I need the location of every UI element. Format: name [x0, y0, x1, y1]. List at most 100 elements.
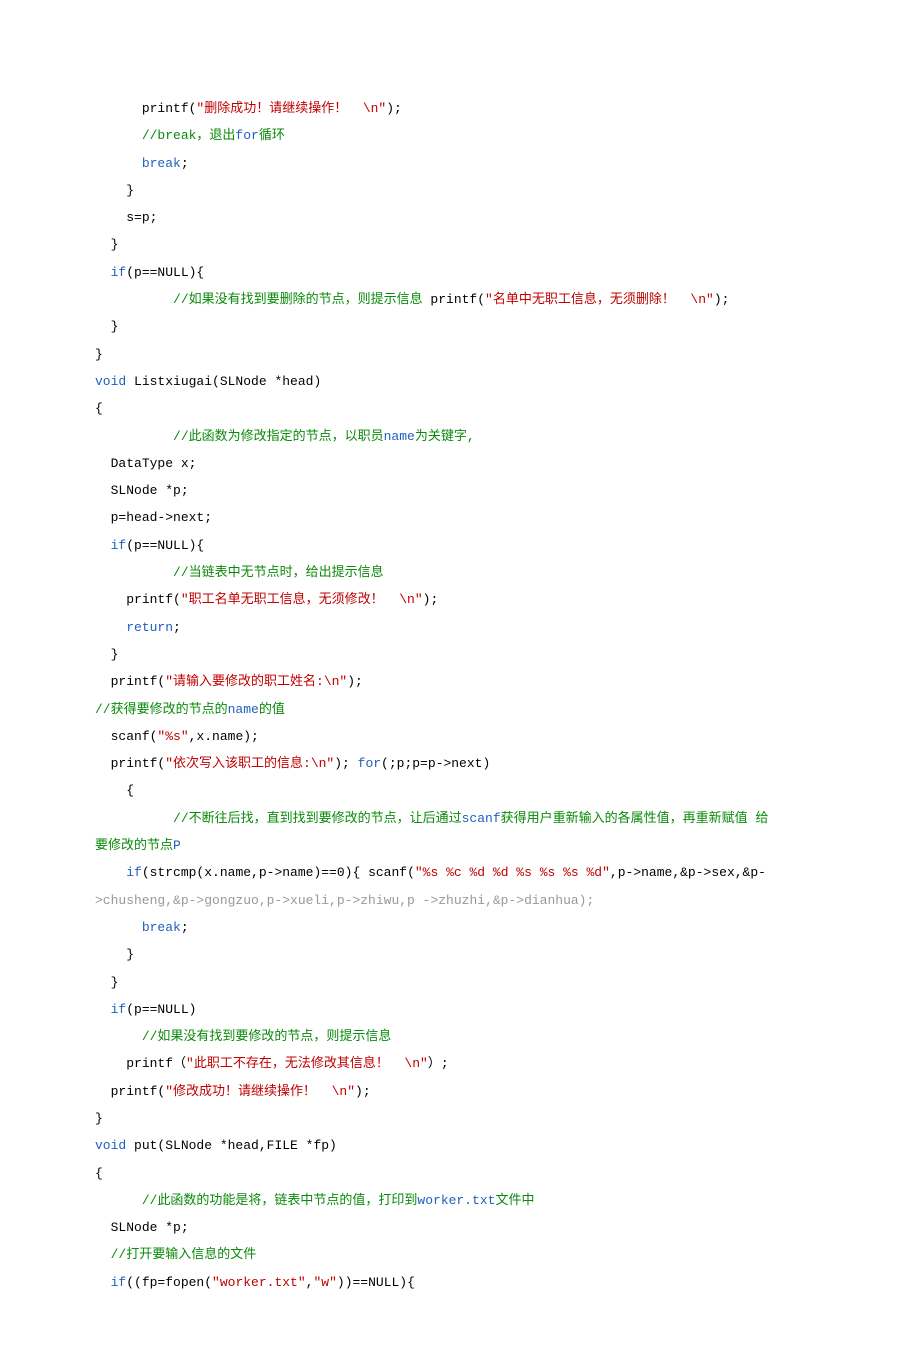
code-line: >chusheng,&p->gongzuo,p->xueli,p->zhiwu,… [95, 887, 825, 914]
code-token-kw: if [111, 265, 127, 280]
code-token-txt: printf（ [126, 1056, 186, 1071]
code-line: printf("修改成功！请继续操作！ \n"); [95, 1078, 825, 1105]
code-line: //获得要修改的节点的name的值 [95, 696, 825, 723]
code-line: 要修改的节点P [95, 832, 825, 859]
code-token-txt: } [111, 319, 119, 334]
code-token-txt: { [95, 401, 103, 416]
code-token-kw: void [95, 374, 126, 389]
code-line: void Listxiugai(SLNode *head) [95, 368, 825, 395]
code-line: printf("请输入要修改的职工姓名:\n"); [95, 668, 825, 695]
code-token-cmt: //当链表中无节点时，给出提示信息 [173, 565, 384, 580]
code-line: break; [95, 914, 825, 941]
code-token-txt: printf( [126, 592, 181, 607]
code-block: printf("删除成功！请继续操作！ \n"); //break，退出for循… [95, 95, 825, 1296]
code-line: } [95, 1105, 825, 1132]
code-line: //如果没有找到要修改的节点，则提示信息 [95, 1023, 825, 1050]
code-token-kw: if [126, 865, 142, 880]
code-token-txt: } [111, 975, 119, 990]
code-token-cmt: 为关键字, [415, 429, 475, 444]
code-token-txt: ); [714, 292, 730, 307]
code-token-txt: ; [181, 156, 189, 171]
code-token-txt: } [126, 183, 134, 198]
code-token-cmt: //不断往后找，直到找到要修改的节点，让后通过 [173, 811, 462, 826]
code-token-kw: name [228, 702, 259, 717]
code-line: SLNode *p; [95, 477, 825, 504]
code-line: return; [95, 614, 825, 641]
code-line: if(p==NULL) [95, 996, 825, 1023]
code-line: //不断往后找，直到找到要修改的节点，让后通过scanf获得用户重新输入的各属性… [95, 805, 825, 832]
code-token-cmt: 循环 [259, 128, 285, 143]
code-token-cmt: //打开要输入信息的文件 [111, 1247, 257, 1262]
code-token-txt: } [126, 947, 134, 962]
code-token-txt: printf( [111, 1084, 166, 1099]
code-token-txt: ); [423, 592, 439, 607]
code-token-kw: break [142, 156, 181, 171]
code-document: printf("删除成功！请继续操作！ \n"); //break，退出for循… [0, 0, 920, 1356]
code-token-cmt: 的值 [259, 702, 285, 717]
code-token-txt: ); [334, 756, 357, 771]
code-token-cmt: //如果没有找到要修改的节点，则提示信息 [142, 1029, 392, 1044]
code-line: if((fp=fopen("worker.txt","w"))==NULL){ [95, 1269, 825, 1296]
code-token-txt: ,p->name,&p->sex,&p- [610, 865, 766, 880]
code-token-txt: } [95, 347, 103, 362]
code-line: } [95, 231, 825, 258]
code-token-cmt: //break，退出 [142, 128, 236, 143]
code-line: SLNode *p; [95, 1214, 825, 1241]
code-line: } [95, 313, 825, 340]
code-token-txt: put(SLNode *head,FILE *fp) [126, 1138, 337, 1153]
code-line: //break，退出for循环 [95, 122, 825, 149]
code-token-txt: Listxiugai(SLNode *head) [126, 374, 321, 389]
code-line: DataType x; [95, 450, 825, 477]
code-token-cmt: //获得要修改的节点的 [95, 702, 228, 717]
code-line: } [95, 969, 825, 996]
code-token-str: "请输入要修改的职工姓名:\n" [165, 674, 347, 689]
code-token-str: "依次写入该职工的信息:\n" [165, 756, 334, 771]
code-line: { [95, 777, 825, 804]
code-line: if(p==NULL){ [95, 259, 825, 286]
code-token-txt: (;p;p=p->next) [381, 756, 490, 771]
code-token-txt: SLNode *p; [111, 1220, 189, 1235]
code-line: } [95, 341, 825, 368]
code-line: printf（"此职工不存在，无法修改其信息！ \n"）; [95, 1050, 825, 1077]
code-line: s=p; [95, 204, 825, 231]
code-line: printf("依次写入该职工的信息:\n"); for(;p;p=p->nex… [95, 750, 825, 777]
code-line: break; [95, 150, 825, 177]
code-token-kw: worker.txt [417, 1193, 495, 1208]
code-token-kw: if [111, 1002, 127, 1017]
code-token-str: "此职工不存在，无法修改其信息！ \n" [186, 1056, 428, 1071]
code-token-txt: { [126, 783, 134, 798]
code-token-cmt: 获得用户重新输入的各属性值，再重新赋值 给 [501, 811, 769, 826]
code-line: void put(SLNode *head,FILE *fp) [95, 1132, 825, 1159]
code-token-str: "w" [313, 1275, 336, 1290]
code-token-str: "%s" [157, 729, 188, 744]
code-token-cmt: //如果没有找到要删除的节点，则提示信息 [173, 292, 430, 307]
code-token-kw: if [111, 538, 127, 553]
code-token-txt: } [111, 647, 119, 662]
code-token-txt: { [95, 1166, 103, 1181]
code-token-txt: (strcmp(x.name,p->name)==0){ scanf( [142, 865, 415, 880]
code-token-txt: SLNode *p; [111, 483, 189, 498]
code-token-str: "职工名单无职工信息，无须修改！ \n" [181, 592, 423, 607]
code-token-txt: (p==NULL){ [126, 265, 204, 280]
code-line: printf("删除成功！请继续操作！ \n"); [95, 95, 825, 122]
code-token-kw: if [111, 1275, 127, 1290]
code-token-txt: ((fp=fopen( [126, 1275, 212, 1290]
code-token-txt: ）; [428, 1056, 449, 1071]
code-token-cmt: 文件中 [495, 1193, 534, 1208]
code-token-kw: void [95, 1138, 126, 1153]
code-token-txt: ); [355, 1084, 371, 1099]
code-line: if(p==NULL){ [95, 532, 825, 559]
code-line: scanf("%s",x.name); [95, 723, 825, 750]
code-token-kw: for [358, 756, 381, 771]
code-line: //如果没有找到要删除的节点，则提示信息 printf("名单中无职工信息，无须… [95, 286, 825, 313]
code-token-txt: p=head->next; [111, 510, 212, 525]
code-line: { [95, 1160, 825, 1187]
code-token-str: "删除成功！请继续操作！ \n" [196, 101, 386, 116]
code-token-kw: scanf [462, 811, 501, 826]
code-token-str: "%s %c %d %d %s %s %s %d" [415, 865, 610, 880]
code-line: p=head->next; [95, 504, 825, 531]
code-line: } [95, 177, 825, 204]
code-token-txt: ,x.name); [189, 729, 259, 744]
code-token-txt: ); [386, 101, 402, 116]
code-token-txt: printf( [430, 292, 485, 307]
